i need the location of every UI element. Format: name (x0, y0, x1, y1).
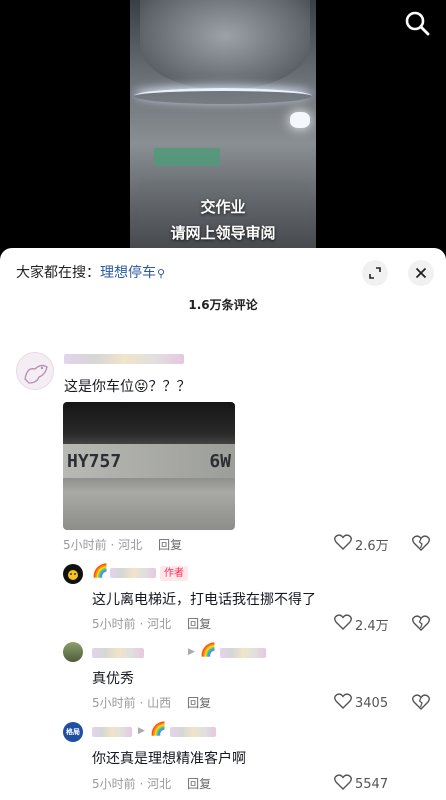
username-blurred[interactable] (110, 568, 156, 578)
rainbow-icon: 🌈 (92, 564, 109, 579)
car-light-bar (134, 88, 312, 104)
comment-image[interactable]: HY757 6W (63, 402, 235, 530)
broken-heart-icon[interactable] (412, 694, 430, 712)
reply-to-username-blurred[interactable] (170, 727, 216, 737)
comment-meta: 5小时前 · 河北 回复 (92, 777, 212, 791)
heart-icon (334, 693, 352, 713)
username-blurred[interactable] (92, 648, 144, 658)
comments-sheet: 大家都在搜：理想停车⚲ 1.6万条评论 这是你车位😝？？？ HY757 6W 5… (0, 248, 446, 800)
like-count: 5547 (355, 776, 389, 792)
reply-button[interactable]: 回复 (187, 696, 211, 710)
reply-arrow-icon: ▶ (138, 726, 145, 736)
username-blurred[interactable] (92, 727, 132, 737)
like-count: 2.4万 (355, 618, 389, 634)
username-blurred[interactable] (64, 354, 184, 364)
video-caption-line2: 请网上领导审阅 (170, 224, 276, 242)
rainbow-icon: 🌈 (150, 722, 167, 737)
license-plate (154, 148, 220, 166)
video-player[interactable]: 交作业 请网上领导审阅 (0, 0, 446, 262)
reply-to-username-blurred[interactable] (220, 648, 266, 658)
like-button[interactable]: 2.4万 (334, 614, 389, 634)
car-headlamp (290, 112, 310, 128)
comment-meta: 5小时前 · 河北 回复 (92, 617, 212, 631)
reply-button[interactable]: 回复 (187, 617, 211, 631)
avatar[interactable] (63, 564, 83, 584)
video-caption-line1: 交作业 (200, 198, 246, 216)
avatar[interactable] (16, 352, 54, 390)
emoji: 😝 (134, 379, 149, 395)
heart-icon (334, 534, 352, 554)
like-count: 2.6万 (355, 538, 389, 554)
like-button[interactable]: 3405 (334, 693, 388, 713)
reply-button[interactable]: 回复 (158, 538, 182, 552)
rainbow-icon: 🌈 (200, 643, 217, 658)
like-count: 3405 (355, 695, 389, 711)
comment-meta: 5小时前 · 河北 回复 (63, 538, 183, 552)
broken-heart-icon[interactable] (412, 615, 430, 633)
heart-icon (334, 774, 352, 794)
avatar[interactable]: 格局 (63, 722, 83, 742)
author-badge: 作者 (160, 566, 188, 581)
comment-text: 这是你车位😝？？？ (64, 379, 191, 395)
comment-item: 这是你车位😝？？？ HY757 6W 5小时前 · 河北 回复 2.6万 (0, 248, 446, 800)
car-roof (140, 0, 310, 90)
avatar[interactable] (63, 642, 83, 662)
like-button[interactable]: 2.6万 (334, 534, 389, 554)
heart-icon (334, 614, 352, 634)
broken-heart-icon[interactable] (412, 535, 430, 553)
reply-button[interactable]: 回复 (187, 777, 211, 791)
comment-meta: 5小时前 · 山西 回复 (92, 696, 212, 710)
comment-image-plate: HY757 6W (63, 444, 235, 478)
comment-text: 你还真是理想精准客户啊 (92, 751, 246, 767)
reply-arrow-icon: ▶ (188, 647, 195, 657)
comment-text: 真优秀 (92, 671, 134, 687)
like-button[interactable]: 5547 (334, 774, 388, 794)
comment-text: 这儿离电梯近，打电话我在挪不得了 (92, 592, 316, 608)
search-icon[interactable] (404, 10, 430, 36)
